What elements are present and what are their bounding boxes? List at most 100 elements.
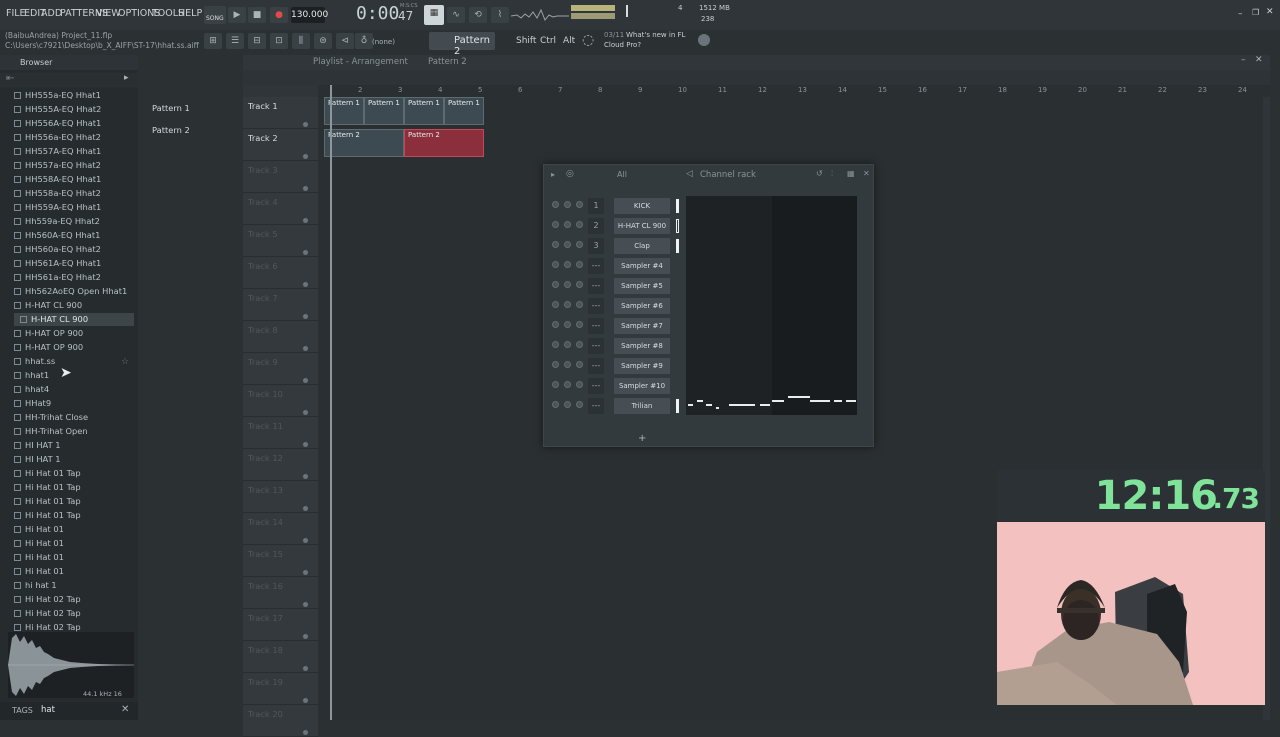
channel-volume-knob[interactable] (576, 221, 583, 228)
channel-mute-icon[interactable] (552, 281, 559, 288)
track-mute-icon[interactable] (303, 122, 308, 127)
browser-item[interactable]: Hh559a-EQ Hhat2 (14, 215, 134, 228)
channel-mute-icon[interactable] (552, 301, 559, 308)
channel-pan-knob[interactable] (564, 381, 571, 388)
menu-help[interactable]: HELP (178, 8, 202, 19)
track-header[interactable]: Track 10 (243, 385, 318, 417)
minimize-icon[interactable]: – (1238, 9, 1243, 19)
track-header[interactable]: Track 16 (243, 577, 318, 609)
clear-search-icon[interactable]: ✕ (121, 704, 129, 715)
channel-name-button[interactable]: Sampler #9 (614, 358, 670, 374)
channel-volume-knob[interactable] (576, 401, 583, 408)
browser-item[interactable]: HH561A-EQ Hhat1 (14, 257, 134, 270)
rack-options-icon[interactable]: ◎ (566, 169, 574, 179)
pattern-clip[interactable]: Pattern 1 (404, 97, 444, 125)
channel-filter[interactable]: All (617, 170, 627, 179)
browser-item[interactable]: Hi Hat 01 Tap (14, 509, 134, 522)
browser-item[interactable]: H-HAT OP 900 (14, 327, 134, 340)
pattern-clip[interactable]: Pattern 2 (324, 129, 404, 157)
step-edit-icon[interactable]: ▦ (424, 5, 444, 25)
playlist-minimize-icon[interactable]: – (1241, 55, 1246, 65)
browser-item[interactable]: HH556a-EQ Hhat2 (14, 131, 134, 144)
channel-name-button[interactable]: H-HAT CL 900 (614, 218, 670, 234)
channel-select-indicator[interactable] (676, 399, 679, 413)
channel-mute-icon[interactable] (552, 361, 559, 368)
channel-pan-knob[interactable] (564, 321, 571, 328)
shift-button[interactable]: Shift (516, 36, 536, 46)
browser-item[interactable]: HH-Trihat Open (14, 425, 134, 438)
pat-song-toggle[interactable]: SONG (204, 6, 226, 24)
plugin-icon[interactable]: ⊲ (336, 33, 354, 49)
track-header[interactable]: Track 6 (243, 257, 318, 289)
track-mute-icon[interactable] (303, 250, 308, 255)
track-header[interactable]: Track 13 (243, 481, 318, 513)
track-header[interactable]: Track 19 (243, 673, 318, 705)
browser-icon[interactable]: ⊜ (314, 33, 332, 49)
channel-mute-icon[interactable] (552, 341, 559, 348)
rack-graph-icon[interactable]: ⫶ (831, 169, 833, 179)
pattern-selector[interactable]: (none) (372, 38, 395, 46)
channel-mixer-track[interactable]: 1 (588, 198, 604, 214)
play-button[interactable]: ▶ (228, 7, 246, 23)
close-window-icon[interactable]: ✕ (1266, 7, 1274, 17)
master-pitch-slider[interactable] (571, 13, 615, 19)
track-header[interactable]: Track 20 (243, 705, 318, 737)
channel-name-button[interactable]: Sampler #10 (614, 378, 670, 394)
channel-volume-knob[interactable] (576, 361, 583, 368)
track-mute-icon[interactable] (303, 218, 308, 223)
piano-roll-icon[interactable]: ⊟ (248, 33, 266, 49)
mini-piano-roll[interactable] (686, 196, 857, 415)
track-mute-icon[interactable] (303, 378, 308, 383)
channel-select-indicator[interactable] (676, 239, 679, 253)
channel-name-button[interactable]: Sampler #6 (614, 298, 670, 314)
track-mute-icon[interactable] (303, 282, 308, 287)
rack-undo-icon[interactable]: ↺ (816, 169, 823, 178)
browser-item[interactable]: HH557a-EQ Hhat2 (14, 159, 134, 172)
master-volume-slider[interactable] (571, 5, 615, 11)
collapse-icon[interactable]: ⇤ (6, 73, 14, 84)
menu-file[interactable]: FILE (6, 8, 26, 19)
browser-item[interactable]: HH556A-EQ Hhat1 (14, 117, 134, 130)
channel-mixer-track[interactable]: --- (588, 278, 604, 294)
countdown-icon[interactable]: ⌇ (491, 7, 509, 23)
browser-item[interactable]: Hi Hat 01 Tap (14, 467, 134, 480)
browser-item[interactable]: hhat.ss (14, 355, 134, 368)
channel-pan-knob[interactable] (564, 241, 571, 248)
browser-item[interactable]: Hh560A-EQ Hhat1 (14, 229, 134, 242)
track-mute-icon[interactable] (303, 634, 308, 639)
channel-mute-icon[interactable] (552, 381, 559, 388)
rack-arrow-icon[interactable]: ▸ (551, 170, 555, 179)
track-header[interactable]: Track 8 (243, 321, 318, 353)
menu-view[interactable]: VIEW (96, 8, 121, 19)
track-header[interactable]: Track 4 (243, 193, 318, 225)
rack-close-icon[interactable]: ✕ (863, 169, 870, 178)
track-header[interactable]: Track 2 (243, 129, 318, 161)
browser-item[interactable]: H-HAT CL 900 (14, 299, 134, 312)
channel-select-indicator[interactable] (676, 219, 679, 233)
channel-mixer-track[interactable]: --- (588, 258, 604, 274)
track-mute-icon[interactable] (303, 314, 308, 319)
browser-item[interactable]: hhat4 (14, 383, 134, 396)
track-mute-icon[interactable] (303, 538, 308, 543)
browser-item[interactable]: hi hat 1 (14, 579, 134, 592)
browser-item[interactable]: H-HAT CL 900 (14, 313, 134, 326)
channel-pan-knob[interactable] (564, 361, 571, 368)
channel-mute-icon[interactable] (552, 401, 559, 408)
browser-item[interactable]: HH558A-EQ Hhat1 (14, 173, 134, 186)
track-mute-icon[interactable] (303, 410, 308, 415)
channel-mute-icon[interactable] (552, 321, 559, 328)
news-subtitle[interactable]: Cloud Pro? (604, 41, 641, 49)
pattern-list-item[interactable]: Pattern 1 (142, 101, 230, 115)
channel-volume-knob[interactable] (576, 261, 583, 268)
track-mute-icon[interactable] (303, 730, 308, 735)
browser-item[interactable]: HH555a-EQ Hhat1 (14, 89, 134, 102)
channel-mixer-track[interactable]: --- (588, 338, 604, 354)
channel-volume-knob[interactable] (576, 241, 583, 248)
channel-name-button[interactable]: Sampler #4 (614, 258, 670, 274)
playlist-icon[interactable]: ☰ (226, 33, 244, 49)
tags-label[interactable]: TAGS (12, 706, 33, 715)
channel-mixer-track[interactable]: --- (588, 378, 604, 394)
channel-select-indicator[interactable] (676, 199, 679, 213)
rack-grid-icon[interactable]: ▦ (847, 169, 855, 178)
ctrl-button[interactable]: Ctrl (540, 36, 556, 46)
